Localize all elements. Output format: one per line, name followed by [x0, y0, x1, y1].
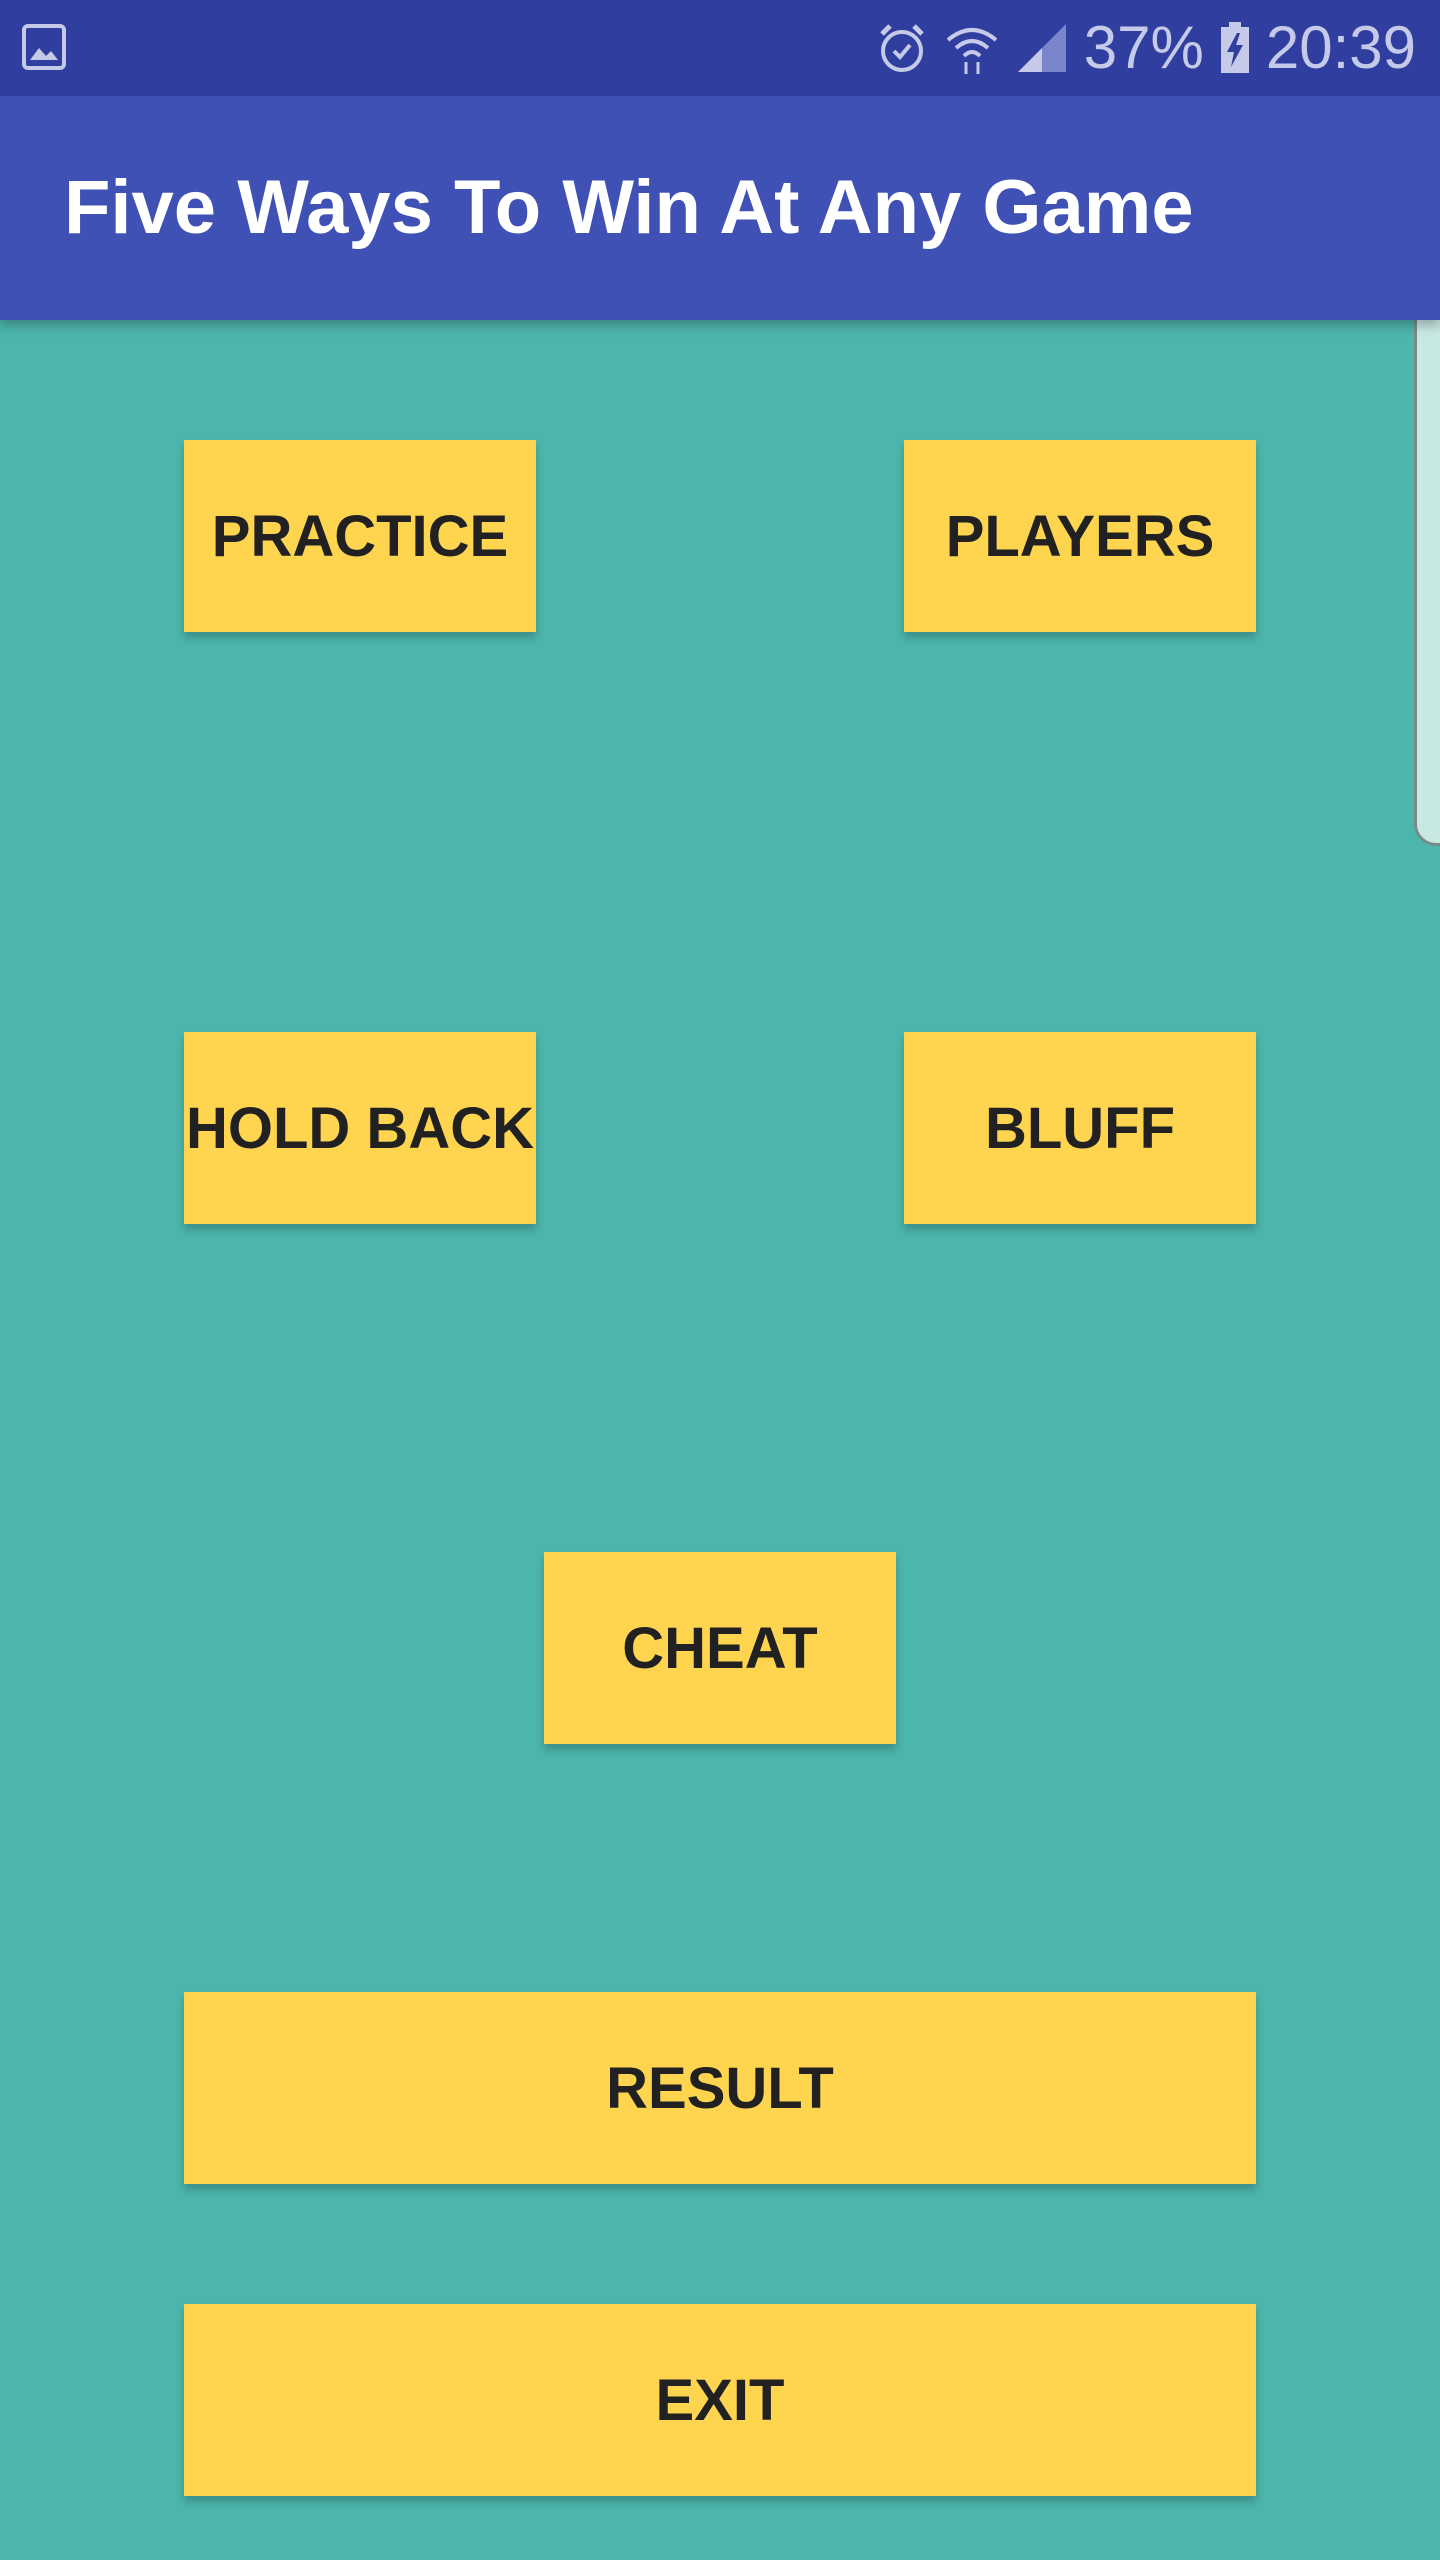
battery-charging-icon	[1220, 22, 1250, 74]
image-icon	[22, 24, 66, 70]
hold-back-button[interactable]: HOLD BACK	[184, 1032, 536, 1224]
status-icons: 37% 20:39	[876, 0, 1416, 96]
app-bar: Five Ways To Win At Any Game	[0, 96, 1440, 320]
result-button[interactable]: RESULT	[184, 1992, 1256, 2184]
exit-button[interactable]: EXIT	[184, 2304, 1256, 2496]
battery-percent: 37%	[1083, 14, 1204, 81]
signal-icon	[1016, 22, 1068, 74]
bluff-button[interactable]: BLUFF	[904, 1032, 1256, 1224]
players-button[interactable]: PLAYERS	[904, 440, 1256, 632]
practice-button[interactable]: PRACTICE	[184, 440, 536, 632]
clock: 20:39	[1265, 14, 1416, 81]
alarm-icon	[876, 20, 928, 76]
cheat-button[interactable]: CHEAT	[544, 1552, 896, 1744]
edge-panel-handle[interactable]	[1414, 256, 1440, 846]
wifi-icon	[944, 20, 1000, 76]
app-title: Five Ways To Win At Any Game	[64, 165, 1194, 250]
status-bar: 37% 20:39	[0, 0, 1440, 96]
